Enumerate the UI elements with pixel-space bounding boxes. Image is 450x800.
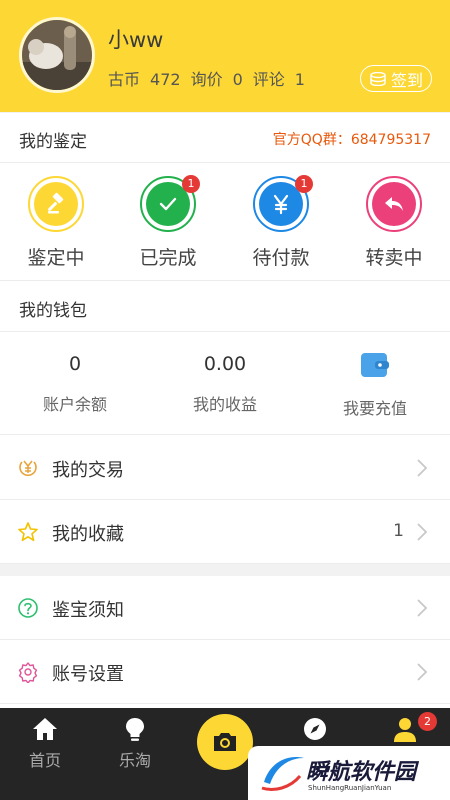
menu-my-favorites-label: 我的收藏 [52,524,124,545]
avatar[interactable] [19,17,95,93]
wallet-row: 0 账户余额 0.00 我的收益 我要充值 [0,333,450,435]
watermark-title: 瞬航软件园 [306,760,417,785]
status-completed-label: 已完成 [139,247,197,269]
lightbulb-icon [126,718,144,741]
appraisal-section-header: 我的鉴定 官方QQ群：684795317 [0,113,450,163]
status-pending-payment[interactable]: 1 待付款 [225,163,337,281]
signin-label: 签到 [390,70,423,90]
chevron-right-icon [417,599,428,617]
appraisal-title: 我的鉴定 [19,132,87,152]
status-reselling[interactable]: 转卖中 [338,163,450,281]
camera-button[interactable] [197,714,253,770]
question-icon [18,598,38,618]
gear-icon [18,662,38,683]
status-reselling-label: 转卖中 [365,247,423,269]
earnings-label: 我的收益 [192,395,257,414]
menu-appraisal-notice[interactable]: 鉴宝须知 [0,576,450,640]
wallet-icon [361,353,389,377]
profile-stats: 古币 472 询价 0 评论 1 [108,66,315,90]
menu-account-settings[interactable]: 账号设置 [0,640,450,704]
wallet-section-header: 我的钱包 [0,282,450,332]
divider [0,564,450,576]
user-icon [394,718,416,742]
status-pending-payment-label: 待付款 [252,247,310,269]
home-icon [33,718,57,740]
tab-home-label: 首页 [28,751,61,770]
profile-tab-badge: 2 [418,712,437,731]
compass-icon [304,718,326,740]
menu-my-trades-label: 我的交易 [52,460,124,481]
star-icon [18,522,38,542]
comment-value: 1 [294,70,305,89]
status-completed[interactable]: 1 已完成 [112,163,224,281]
coin-stack-icon [370,71,386,86]
coins-label: 古币 [108,70,141,89]
reply-icon [385,197,403,211]
gavel-icon [47,192,64,214]
wallet-recharge[interactable]: 我要充值 [300,333,450,435]
watermark: 瞬航软件园 ShunHangRuanJianYuan [248,746,450,800]
inquiry-value: 0 [232,70,243,89]
profile-header: 小ww 古币 472 询价 0 评论 1 签到 [0,0,450,112]
balance-value: 0 [68,353,82,375]
swoosh-logo-icon [261,757,304,791]
recharge-label: 我要充值 [342,399,407,418]
tab-home[interactable]: 首页 [0,708,90,800]
check-icon [159,197,177,211]
tab-market[interactable]: 乐淘 [90,708,180,800]
menu-account-settings-label: 账号设置 [52,664,124,685]
wallet-title: 我的钱包 [19,301,87,321]
pending-payment-badge: 1 [295,175,313,193]
menu-my-favorites[interactable]: 我的收藏 1 [0,500,450,564]
favorites-count: 1 [393,521,404,541]
username: 小ww [108,28,164,52]
balance-label: 账户余额 [42,395,107,414]
yen-icon [273,194,289,215]
menu-appraisal-notice-label: 鉴宝须知 [52,600,124,621]
camera-icon [214,733,236,751]
yen-circle-icon [19,460,37,477]
menu-my-trades[interactable]: 我的交易 [0,436,450,500]
wallet-earnings[interactable]: 0.00 我的收益 [150,333,300,435]
appraisal-status-row: 鉴定中 1 已完成 1 待付款 转卖中 [0,163,450,281]
chevron-right-icon [417,523,428,541]
tab-market-label: 乐淘 [118,751,151,770]
signin-button[interactable]: 签到 [360,65,432,92]
coins-value: 472 [150,70,181,89]
wallet-balance[interactable]: 0 账户余额 [0,333,150,435]
chevron-right-icon [417,663,428,681]
status-appraising-label: 鉴定中 [27,247,85,269]
earnings-value: 0.00 [203,353,247,375]
status-appraising[interactable]: 鉴定中 [0,163,112,281]
watermark-subtitle: ShunHangRuanJianYuan [308,784,392,792]
inquiry-label: 询价 [190,70,223,89]
qq-group-link[interactable]: 官方QQ群：684795317 [273,129,431,149]
chevron-right-icon [417,459,428,477]
completed-badge: 1 [182,175,200,193]
comment-label: 评论 [252,70,285,89]
